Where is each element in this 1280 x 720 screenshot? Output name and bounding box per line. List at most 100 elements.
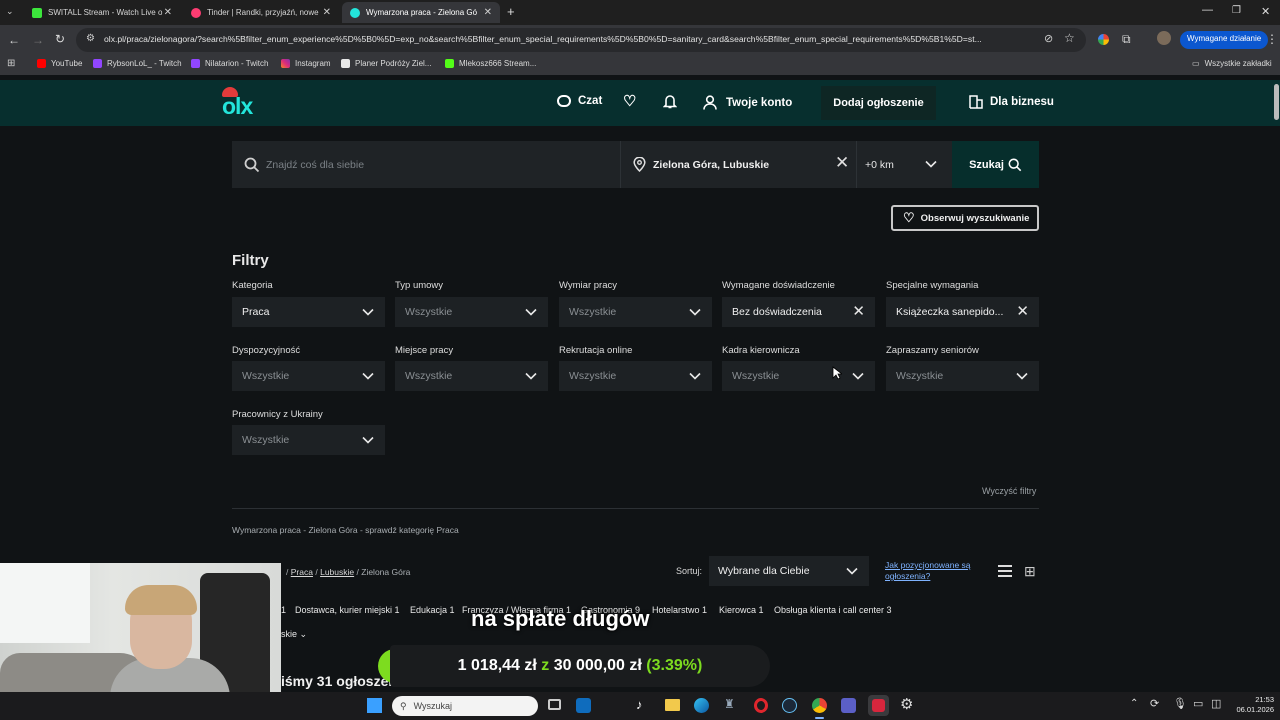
notifications-bell-icon[interactable] [663,94,677,109]
tab-1[interactable]: Tinder | Randki, przyjaźń, nowe ✕ [183,2,339,23]
tab-favicon-icon [191,7,201,18]
breadcrumb-lubuskie[interactable]: Lubuskie [320,567,354,577]
category-link[interactable]: Kierowca 1 [719,605,764,615]
breadcrumb-praca[interactable]: Praca [291,567,313,577]
back-icon[interactable]: ← [8,33,20,47]
page-scrollbar[interactable] [1274,84,1279,120]
radius-select[interactable]: +0 km [856,141,948,188]
youtube-icon [37,59,46,68]
filter-select[interactable]: Wszystkie [722,361,875,391]
tab-0[interactable]: SWITALL Stream - Watch Live o ✕ [24,2,180,23]
settings-gear-icon[interactable]: ⚙ [900,695,913,713]
filter-select[interactable]: Wszystkie [559,361,712,391]
ginger-app-icon[interactable] [868,695,889,716]
clear-filter-icon[interactable]: ✕ [1016,302,1029,320]
extension-color-icon[interactable] [1098,34,1109,45]
list-view-icon[interactable] [998,565,1012,577]
tray-chevron-icon[interactable]: ⌃ [1130,698,1138,709]
tab-2[interactable]: Wymarzona praca - Zielona Gó ✕ [342,2,500,23]
positioning-link[interactable]: Jak pozycjonowane są ogłoszenia? [885,560,985,582]
more-categories[interactable]: skie ⌄ [281,629,307,640]
clear-location-icon[interactable]: ✕ [835,153,849,173]
minimize-icon[interactable]: — [1202,4,1213,16]
outlook-icon[interactable] [576,698,591,713]
grid-view-icon[interactable]: ⊞ [1024,563,1036,580]
tray-mic-icon[interactable]: 🎙 [1173,697,1187,710]
category-link[interactable]: 1 [281,605,286,615]
url-field[interactable]: ⚙ olx.pl/praca/zielonagora/?search%5Bfil… [76,28,1086,52]
account-link[interactable]: Twoje konto [703,95,792,110]
filter-select[interactable]: Wszystkie [232,361,385,391]
location-input[interactable]: Zielona Góra, Lubuskie [620,141,856,188]
olx-logo[interactable]: olx [220,87,270,119]
business-link[interactable]: Dla biznesu [969,95,1054,109]
clear-filters-link[interactable]: Wyczyść filtry [982,486,1036,496]
opera-icon[interactable] [754,698,768,713]
filter-select[interactable]: Wszystkie [395,297,548,327]
filter-select[interactable]: Wszystkie [232,425,385,455]
search-button[interactable]: Szukaj [952,141,1039,188]
url-text: olx.pl/praca/zielonagora/?search%5Bfilte… [104,34,982,44]
site-info-icon[interactable]: ⚙ [86,33,95,44]
filter-select[interactable]: Bez doświadczenia ✕ [722,297,875,327]
bookmark-star-icon[interactable]: ☆ [1064,31,1075,45]
action-required-button[interactable]: Wymagane działanie [1180,31,1269,49]
filter-select[interactable]: Praca [232,297,385,327]
task-view-icon[interactable] [548,699,561,710]
clear-filter-icon[interactable]: ✕ [852,302,865,320]
bookmark-nilatarion[interactable]: Nilatarion - Twitch [191,59,268,68]
category-link[interactable]: Obsługa klienta i call center 3 [774,605,892,615]
bookmark-youtube[interactable]: YouTube [37,59,82,68]
tab-list-chevron-icon[interactable]: ⌄ [6,6,14,17]
tab-close-icon[interactable]: ✕ [164,7,172,18]
twitch-icon [93,59,102,68]
filter-select[interactable]: Książeczka sanepido... ✕ [886,297,1039,327]
category-link[interactable]: Hotelarstwo 1 [652,605,707,615]
bookmark-instagram[interactable]: Instagram [281,59,331,68]
tray-sync-icon[interactable]: ⟳ [1150,697,1159,710]
chat-link[interactable]: Czat [557,95,602,107]
filter-value: Wszystkie [569,370,617,382]
tab-title: SWITALL Stream - Watch Live o [48,8,163,17]
steam-icon[interactable] [782,698,797,713]
chevron-down-icon [925,160,937,168]
tiktok-icon[interactable]: ♪ [636,697,643,712]
file-explorer-icon[interactable] [665,699,680,711]
bookmark-rybson[interactable]: RybsonLoL_ - Twitch [93,59,182,68]
profile-icon[interactable] [1157,31,1171,45]
app-icon[interactable]: ♜ [724,697,735,711]
filter-select[interactable]: Wszystkie [886,361,1039,391]
filter-select[interactable]: Wszystkie [559,297,712,327]
menu-icon[interactable]: ⋮ [1266,32,1278,46]
filter-select[interactable]: Wszystkie [395,361,548,391]
tray-monitor-icon[interactable]: ▭ [1193,697,1203,710]
apps-grid-icon[interactable]: ⊞ [7,58,15,69]
add-listing-button[interactable]: Dodaj ogłoszenie [821,86,936,120]
teams-icon[interactable] [841,698,856,713]
tab-close-icon[interactable]: ✕ [484,7,492,18]
edge-icon[interactable] [694,698,709,713]
tracking-off-icon[interactable]: ⊘ [1044,32,1053,45]
new-tab-button[interactable]: + [507,4,515,19]
close-window-icon[interactable]: ✕ [1261,5,1270,18]
sort-select[interactable]: Wybrane dla Ciebie [709,556,869,586]
category-link[interactable]: Dostawca, kurier miejski 1 [295,605,400,615]
search-input[interactable]: Znajdź coś dla siebie [232,141,618,188]
all-bookmarks[interactable]: ▭ Wszystkie zakładki [1192,59,1272,68]
observe-search-button[interactable]: ♡ Obserwuj wyszukiwanie [891,205,1039,231]
forward-icon[interactable]: → [32,33,44,47]
start-icon[interactable] [367,698,382,713]
tray-network-icon[interactable]: ◫ [1211,697,1221,710]
bookmark-mlekosz[interactable]: Mlekosz666 Stream... [445,59,536,68]
reload-icon[interactable]: ↻ [55,32,65,46]
taskbar-search[interactable]: ⚲ Wyszukaj [392,696,538,716]
tab-close-icon[interactable]: ✕ [323,7,331,18]
restore-icon[interactable]: ❐ [1232,5,1241,16]
bookmark-planer[interactable]: Planer Podróży Ziel... [341,59,431,68]
filter-label: Wymiar pracy [559,280,617,291]
extensions-icon[interactable]: ⧉ [1122,32,1131,47]
favorites-heart-icon[interactable]: ♡ [623,92,636,110]
category-link[interactable]: Edukacja 1 [410,605,455,615]
clock[interactable]: 21:53 06.01.2026 [1230,695,1274,715]
chrome-icon[interactable] [812,698,827,713]
